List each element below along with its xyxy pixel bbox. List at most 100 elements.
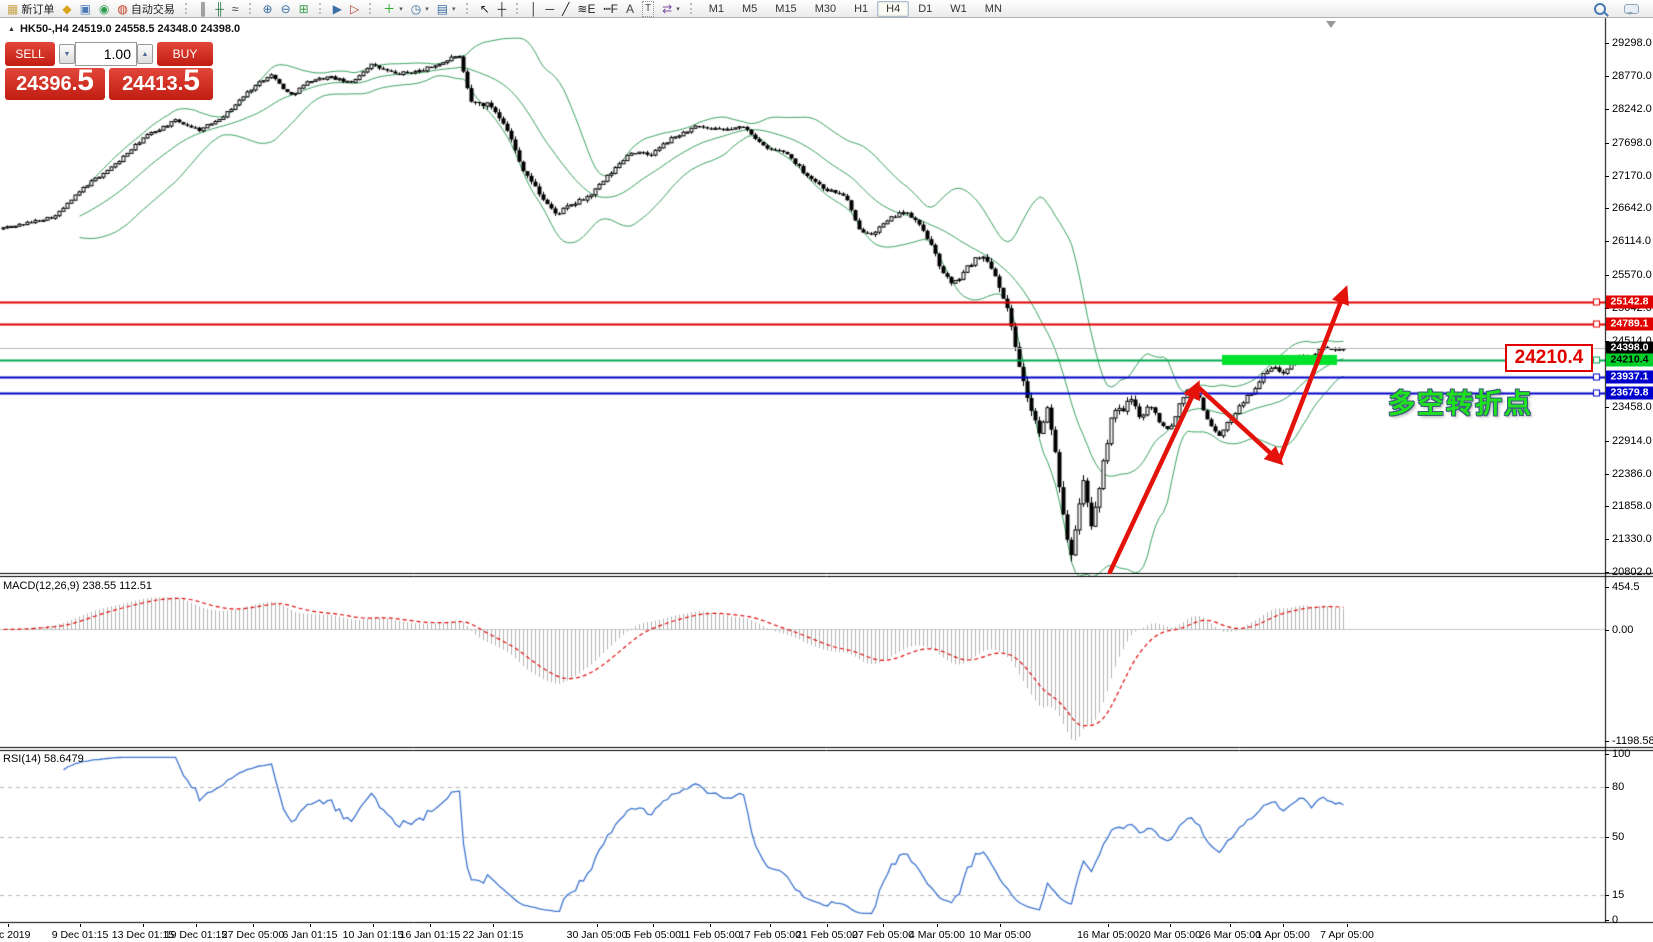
templates-button-dropdown-icon[interactable]: ▾	[452, 5, 456, 13]
timeframe-h4[interactable]: H4	[877, 0, 910, 17]
signals-icon: ◉	[98, 1, 110, 16]
candlestick-chart-button[interactable]: ╫	[211, 1, 228, 17]
toolbar-right	[1590, 1, 1653, 17]
timeframe-d1[interactable]: D1	[909, 1, 941, 17]
equidistant-channel-button[interactable]: ≋E	[573, 1, 599, 17]
buy-price-display[interactable]: 24413. 5	[109, 64, 213, 100]
chat-icon	[1624, 3, 1639, 15]
zoom-out-button[interactable]: ⊖	[277, 1, 295, 17]
terminal-icon: ▣	[79, 1, 91, 16]
styler-button[interactable]: ◆	[58, 1, 75, 17]
indicators-button-dropdown-icon[interactable]: ▾	[399, 5, 403, 13]
text-button[interactable]: A	[622, 1, 638, 17]
tile-windows-icon: ⊞	[298, 1, 309, 16]
cursor-icon: ↖	[479, 1, 490, 16]
timeframe-m5[interactable]: M5	[733, 1, 766, 17]
zoom-out-icon: ⊖	[280, 1, 291, 16]
signals-button[interactable]: ◉	[95, 1, 113, 17]
toolbar-group: ⊕ ⊖ ⊞	[256, 0, 316, 17]
one-click-trading-panel: SELL ▼ ▲ BUY 24396.5 24413.5	[3, 40, 215, 102]
price-axis[interactable]	[1605, 18, 1653, 922]
channel-icon: ≋E	[577, 1, 596, 16]
arrows-icon: ⇄	[662, 1, 673, 16]
toolbar-separator	[248, 3, 253, 14]
buy-price-main: 24413	[122, 73, 178, 95]
text-icon: A	[626, 1, 635, 16]
autotrading-button[interactable]: ◍ 自动交易	[113, 1, 178, 17]
sell-price-main: 24396	[16, 73, 72, 95]
toolbar-separator	[184, 3, 189, 14]
fibonacci-icon: ┉F	[603, 1, 619, 16]
community-button[interactable]	[1620, 1, 1643, 17]
tile-windows-button[interactable]: ⊞	[295, 1, 313, 17]
volume-increase-button[interactable]: ▲	[137, 44, 153, 64]
market-watch-button[interactable]: ▣	[76, 1, 95, 17]
sell-button[interactable]: SELL	[5, 42, 55, 66]
main-chart-area[interactable]	[0, 18, 1605, 573]
search-icon	[1594, 2, 1606, 15]
new-order-icon: ▦	[7, 1, 19, 16]
vertical-line-icon: │	[530, 1, 538, 16]
timeframe-w1[interactable]: W1	[941, 1, 976, 17]
crosshair-icon: ┼	[497, 1, 507, 16]
timeframe-m30[interactable]: M30	[806, 1, 845, 17]
toolbar-group: │ ─ ╱ ≋E ┉F A T ⇄ ▾	[523, 0, 687, 17]
timeframe-mn[interactable]: MN	[976, 1, 1011, 17]
timeframe-h1[interactable]: H1	[845, 1, 877, 17]
toolbar-group: ＋ ▾ ◷ ▾ ▤ ▾	[376, 0, 462, 17]
trendline-button[interactable]: ╱	[558, 1, 573, 17]
toolbar-group: ▶ ▷	[326, 0, 366, 17]
new-order-button[interactable]: ▦ 新订单	[3, 1, 58, 17]
time-axis[interactable]	[0, 924, 1605, 942]
cursor-button[interactable]: ↖	[476, 1, 494, 17]
quote-header[interactable]: ▲ HK50-,H4 24519.0 24558.5 24348.0 24398…	[8, 23, 240, 35]
line-chart-icon: ≈	[231, 1, 239, 16]
text-label-button[interactable]: T	[638, 0, 658, 17]
fibonacci-button[interactable]: ┉F	[599, 1, 622, 17]
collapse-quote-icon[interactable]: ▲	[8, 26, 15, 33]
sell-price-pip: 5	[77, 64, 94, 97]
toolbar-group: ↖ ┼	[473, 0, 514, 17]
line-chart-button[interactable]: ≈	[228, 1, 243, 17]
trendline-icon: ╱	[562, 1, 570, 16]
clock-icon: ◷	[410, 1, 422, 16]
auto-scroll-button[interactable]: ▶	[329, 1, 346, 17]
bar-chart-button[interactable]: ║	[195, 1, 212, 17]
vertical-line-button[interactable]: │	[526, 1, 542, 17]
buy-button[interactable]: BUY	[157, 42, 213, 66]
toolbar-separator	[369, 3, 373, 14]
quote-symbol-ohlc: HK50-,H4 24519.0 24558.5 24348.0 24398.0	[19, 23, 241, 35]
horizontal-line-button[interactable]: ─	[542, 1, 559, 17]
buy-price-pip: 5	[183, 64, 200, 97]
search-button[interactable]	[1590, 1, 1610, 17]
timeframe-m1[interactable]: M1	[700, 1, 733, 17]
zoom-in-icon: ⊕	[262, 1, 273, 16]
text-label-icon: T	[642, 0, 655, 17]
templates-button[interactable]: ▤ ▾	[433, 1, 460, 17]
volume-input[interactable]	[75, 42, 137, 66]
arrows-button-dropdown-icon[interactable]: ▾	[676, 5, 680, 13]
new-order-button-label: 新订单	[21, 2, 55, 16]
toolbar-separator	[689, 3, 694, 14]
arrows-button[interactable]: ⇄ ▾	[658, 1, 684, 17]
toolbar-separator	[465, 3, 470, 14]
volume-decrease-button[interactable]: ▼	[59, 44, 75, 64]
periods-button-dropdown-icon[interactable]: ▾	[425, 5, 429, 13]
timeframe-m15[interactable]: M15	[766, 1, 805, 17]
bar-chart-icon: ║	[198, 1, 208, 16]
autotrading-icon: ◍	[117, 1, 128, 16]
crosshair-button[interactable]: ┼	[494, 1, 511, 17]
chart-shift-button[interactable]: ▷	[346, 1, 363, 17]
sell-price-display[interactable]: 24396. 5	[5, 64, 105, 100]
candlestick-icon: ╫	[215, 1, 224, 16]
periods-button[interactable]: ◷ ▾	[407, 1, 433, 17]
zoom-in-button[interactable]: ⊕	[259, 1, 277, 17]
toolbar-separator	[516, 3, 520, 14]
styler-icon: ◆	[62, 1, 72, 16]
toolbar-group: ║ ╫ ≈	[192, 0, 246, 17]
indicators-button[interactable]: ＋ ▾	[379, 1, 407, 17]
horizontal-line-icon: ─	[545, 1, 555, 16]
toolbar-group: ▦ 新订单 ◆ ▣ ◉ ◍ 自动交易	[0, 0, 182, 17]
toolbar: ▦ 新订单 ◆ ▣ ◉ ◍ 自动交易 ║ ╫ ≈ ⊕ ⊖ ⊞ ▶ ▷ ＋ ▾ ◷ ▾ ▤ ▾ ↖ ┼ │ ─ ╱ ≋E ┉F A T ⇄ ▾ M…	[0, 0, 1653, 18]
auto-scroll-icon: ▶	[332, 1, 342, 16]
